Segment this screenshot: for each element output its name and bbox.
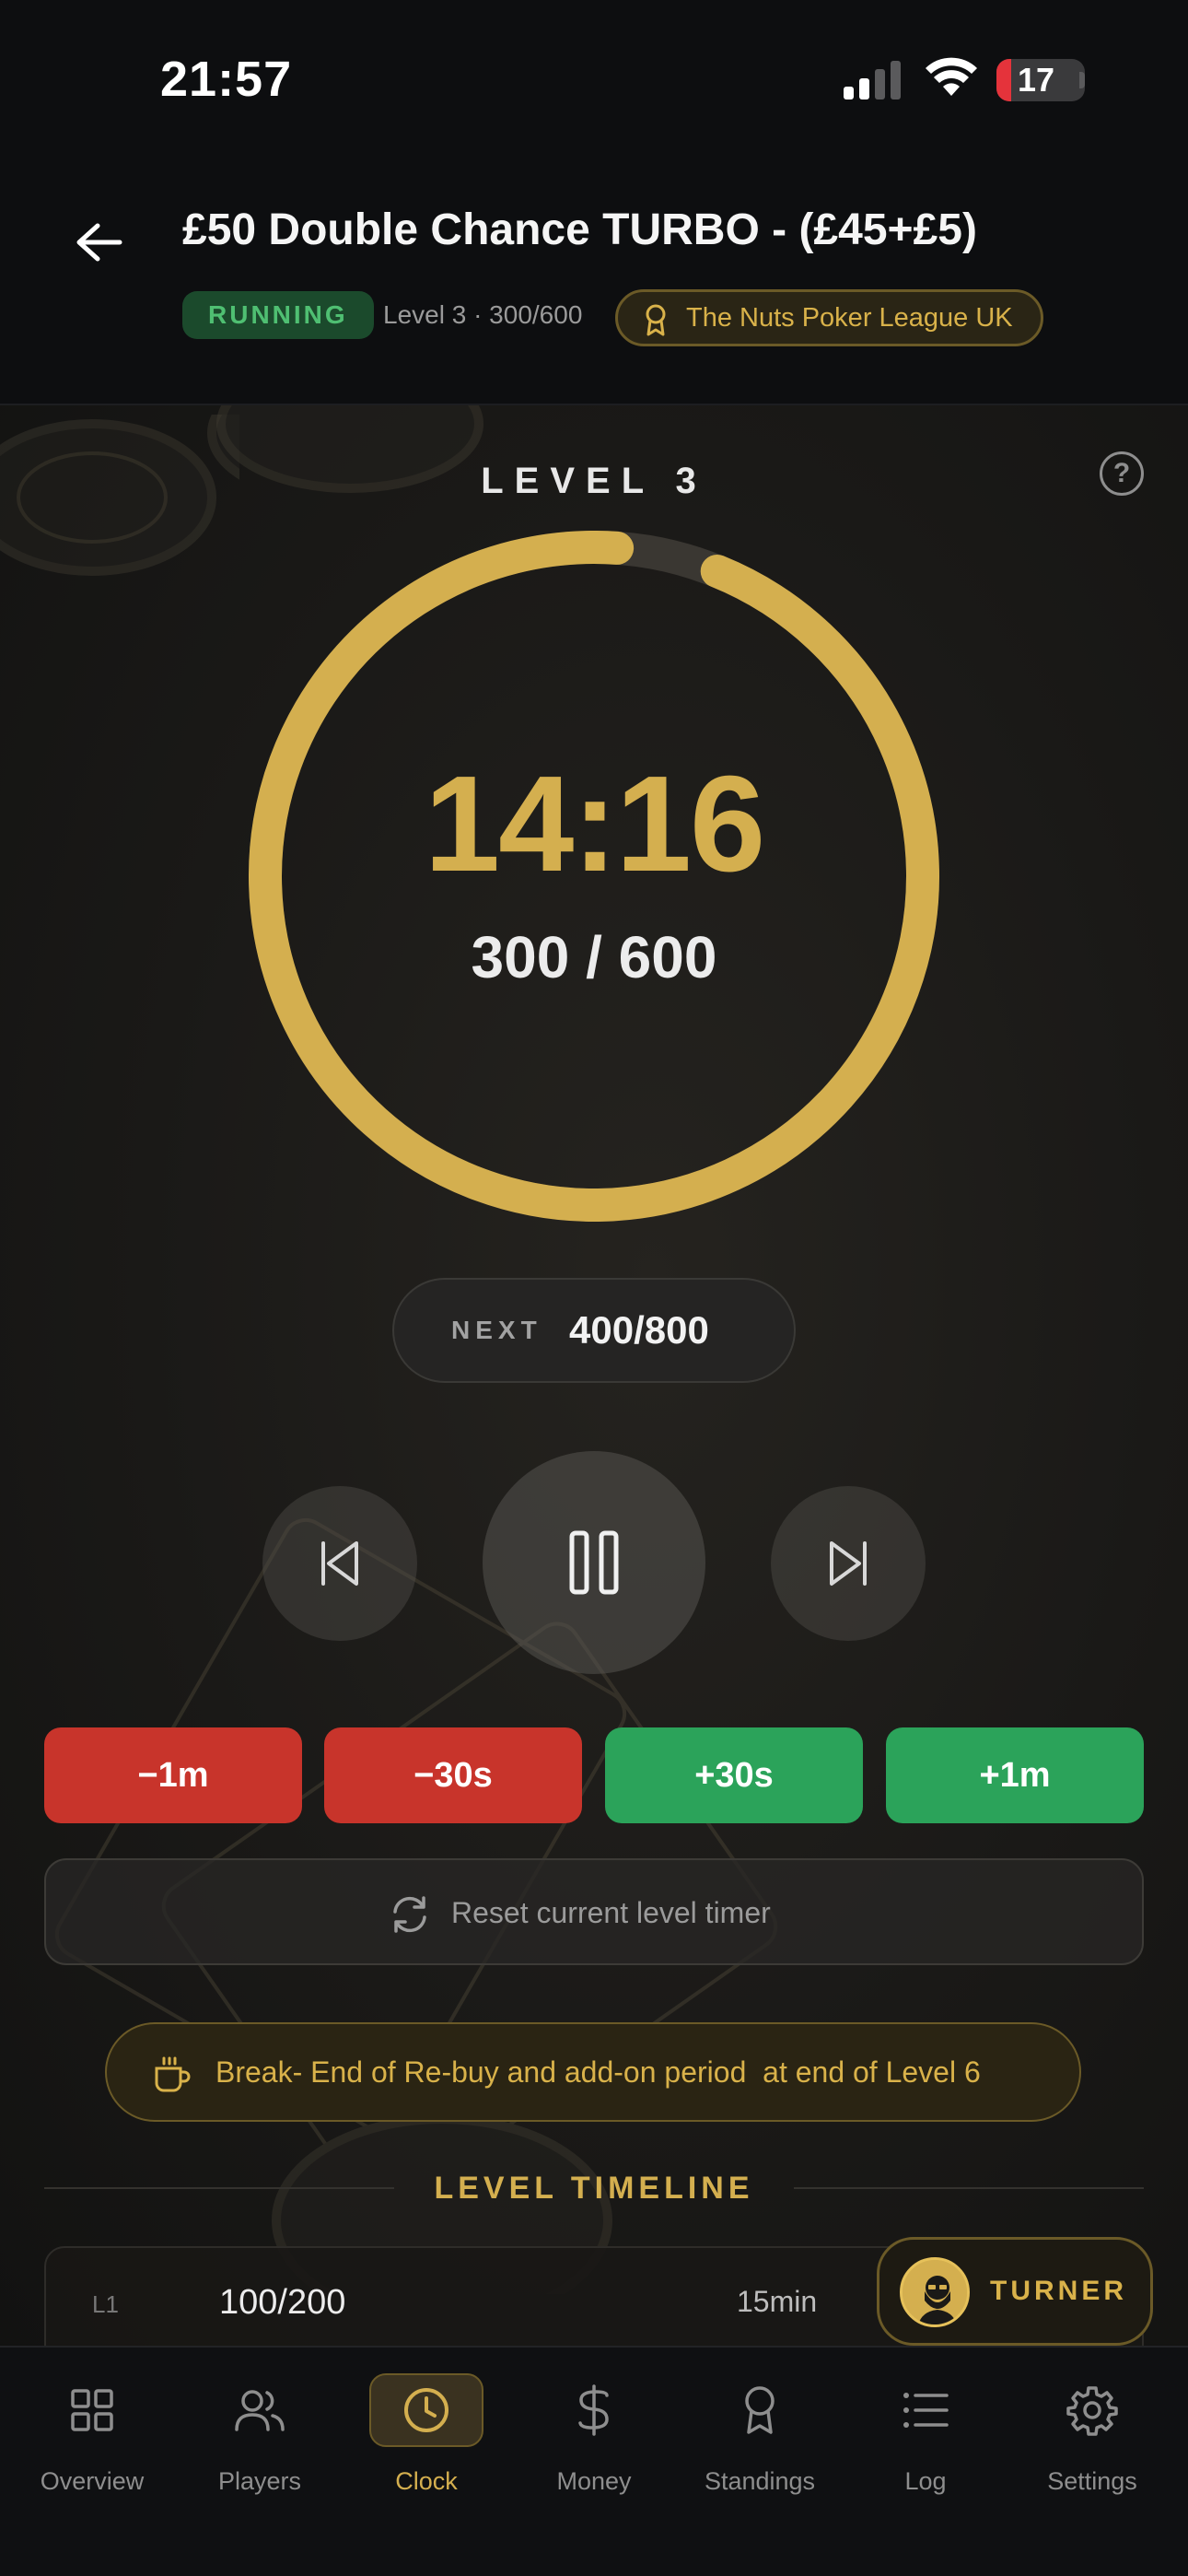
award-icon <box>745 2386 775 2434</box>
skip-forward-icon <box>830 1541 867 1586</box>
tab-label: Log <box>904 2467 947 2495</box>
tab-settings[interactable]: Settings <box>1009 2366 1175 2523</box>
page-title: £50 Double Chance TURBO - (£45+£5) <box>182 205 977 254</box>
break-text: Break- End of Re-buy and add-on period a… <box>215 2055 981 2089</box>
award-icon <box>646 304 666 336</box>
time-remaining: 14:16 <box>424 748 766 900</box>
tab-icon-container <box>1046 2373 1138 2447</box>
tab-label: Settings <box>1047 2467 1137 2495</box>
clock-icon <box>404 2388 448 2432</box>
timeline-blinds: 100/200 <box>219 2283 346 2322</box>
battery-level: 17 <box>1017 61 1055 99</box>
timeline-title: LEVEL TIMELINE <box>434 2171 754 2206</box>
users-icon <box>235 2390 285 2431</box>
tab-icon-container <box>369 2373 483 2447</box>
tab-label: Clock <box>395 2467 458 2495</box>
league-chip[interactable]: The Nuts Poker League UK <box>615 289 1043 346</box>
level-label: LEVEL 3 <box>481 461 707 501</box>
level-timeline-header: LEVEL TIMELINE <box>44 2165 1144 2211</box>
tab-icon-container <box>548 2373 640 2447</box>
skip-back-icon <box>321 1541 358 1586</box>
minus-1m-button[interactable]: −1m <box>44 1727 302 1823</box>
clock-screen: LEVEL 3 ? 14:16 300 / 600 NEXT 400/800 −… <box>0 405 1188 2346</box>
minus-30s-button[interactable]: −30s <box>324 1727 582 1823</box>
refresh-icon <box>393 1896 426 1933</box>
status-badge: RUNNING <box>182 291 374 339</box>
tab-log[interactable]: Log <box>843 2366 1008 2523</box>
next-level-pill: NEXT 400/800 <box>392 1278 796 1383</box>
avatar <box>900 2257 970 2327</box>
break-notice: Break- End of Re-buy and add-on period a… <box>105 2022 1081 2122</box>
tab-standings[interactable]: Standings <box>677 2366 843 2523</box>
bearded-man-avatar-icon <box>903 2260 967 2324</box>
tab-icon-container <box>46 2373 138 2447</box>
help-button[interactable]: ? <box>1100 451 1144 496</box>
tab-bar: Overview Players Clock Money Standings L… <box>0 2346 1188 2576</box>
tab-overview[interactable]: Overview <box>9 2366 175 2523</box>
status-time: 21:57 <box>160 52 293 107</box>
back-button[interactable] <box>64 207 134 277</box>
gear-icon <box>1066 2386 1118 2436</box>
wifi-icon <box>926 57 977 96</box>
pause-icon <box>569 1530 619 1595</box>
tab-label: Overview <box>40 2467 145 2495</box>
tab-icon-container <box>879 2373 972 2447</box>
previous-level-button[interactable] <box>262 1486 417 1641</box>
current-blinds: 300 / 600 <box>471 924 717 990</box>
level-meta: Level 3 · 300/600 <box>383 300 583 329</box>
battery-nub <box>1079 72 1085 88</box>
status-bar: 21:57 17 <box>0 0 1188 138</box>
league-name: The Nuts Poker League UK <box>686 303 1013 333</box>
tab-players[interactable]: Players <box>177 2366 343 2523</box>
cellular-signal-icon <box>844 61 901 100</box>
arrow-left-icon <box>76 223 122 262</box>
coffee-icon <box>155 2056 191 2092</box>
timeline-duration: 15min <box>737 2285 818 2318</box>
plus-1m-button[interactable]: +1m <box>886 1727 1144 1823</box>
battery-indicator: 17 <box>996 59 1085 101</box>
tournament-header: £50 Double Chance TURBO - (£45+£5) RUNNI… <box>0 138 1188 405</box>
tab-icon-container <box>214 2373 306 2447</box>
next-blinds: 400/800 <box>569 1308 709 1352</box>
dollar-icon <box>578 2384 609 2436</box>
turner-name: TURNER <box>990 2276 1127 2306</box>
tab-money[interactable]: Money <box>511 2366 677 2523</box>
grid-icon <box>71 2389 113 2431</box>
pause-button[interactable] <box>483 1451 705 1674</box>
tab-label: Standings <box>704 2467 816 2495</box>
tab-label: Players <box>217 2467 302 2495</box>
timeline-level: L1 <box>92 2290 119 2318</box>
tab-label: Money <box>556 2467 632 2495</box>
turner-dealer-button[interactable]: TURNER <box>877 2237 1153 2346</box>
reset-timer-button[interactable]: Reset current level timer <box>44 1858 1144 1965</box>
reset-label: Reset current level timer <box>451 1896 771 1929</box>
tab-clock[interactable]: Clock <box>344 2366 509 2523</box>
plus-30s-button[interactable]: +30s <box>605 1727 863 1823</box>
list-icon <box>903 2393 949 2428</box>
next-label: NEXT <box>451 1316 542 1344</box>
tab-icon-container <box>714 2373 806 2447</box>
next-level-button[interactable] <box>771 1486 926 1641</box>
